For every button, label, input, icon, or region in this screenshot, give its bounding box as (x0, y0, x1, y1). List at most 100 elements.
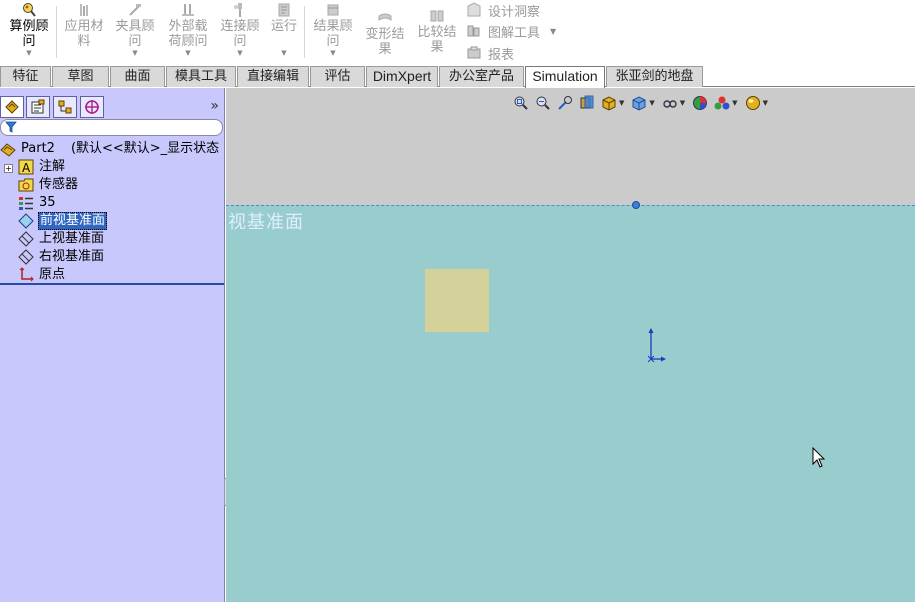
apply-scene-button[interactable] (713, 94, 731, 112)
design-insight-button[interactable]: 设计洞察 (466, 0, 540, 20)
results-advisor-button[interactable]: 结果顾 问 ▼ (308, 0, 358, 64)
external-loads-icon (182, 4, 194, 16)
report-label: 报表 (488, 47, 515, 63)
connections-advisor-button[interactable]: 连接顾 问 ▼ (215, 0, 265, 64)
zoom-to-fit-icon (514, 96, 528, 110)
hide-show-dropdown-icon[interactable]: ▼ (680, 99, 685, 107)
tab-surfaces[interactable]: 曲面 (110, 66, 165, 87)
compare-results-icon (430, 10, 444, 22)
feature-manager-tab[interactable] (0, 96, 24, 118)
origin-icon (19, 267, 34, 282)
tree-item-label: 上视基准面 (39, 231, 105, 246)
tree-item-label: 35 (39, 195, 56, 210)
plane-icon (18, 213, 34, 229)
tree-item-material[interactable]: 35 (18, 194, 57, 212)
plane-icon (18, 231, 34, 247)
tree-item-origin[interactable]: 原点 (18, 266, 66, 284)
tree-item-front-plane[interactable]: 前视基准面 (18, 212, 108, 230)
deformed-result-button[interactable]: 变形结 果 (360, 0, 410, 64)
dropdown-arrow-icon[interactable]: ▼ (281, 49, 286, 57)
connections-advisor-label: 连接顾 问 (220, 19, 260, 49)
dimxpert-manager-icon (85, 100, 99, 114)
apply-scene-dropdown-icon[interactable]: ▼ (732, 99, 737, 107)
dropdown-arrow-icon[interactable]: ▼ (132, 49, 137, 57)
run-button[interactable]: 运行 ▼ (266, 0, 302, 64)
sensors-icon (18, 178, 34, 192)
tree-rollback-bar[interactable] (0, 283, 224, 285)
view-settings-dropdown-icon[interactable]: ▼ (763, 99, 768, 107)
plane-name-label: 视基准面 (228, 212, 304, 233)
tree-item-label: 原点 (39, 267, 66, 282)
apply-scene-icon (714, 96, 730, 110)
tree-filter-input[interactable] (0, 119, 223, 136)
expand-panel-icon[interactable]: » (210, 98, 219, 114)
view-orientation-dropdown-icon[interactable]: ▼ (619, 99, 624, 107)
study-advisor-button[interactable]: 算例顾 问 ▼ (4, 0, 54, 64)
deformed-result-label: 变形结 果 (365, 27, 405, 57)
manager-tabs: » (0, 96, 225, 118)
plane-edge-line (226, 205, 915, 206)
property-manager-tab[interactable] (26, 96, 50, 118)
graphics-viewport[interactable]: 视基准面 ▼ ▼ ▼ ▼ ▼ (226, 88, 915, 602)
study-advisor-icon (23, 3, 36, 17)
dropdown-arrow-icon[interactable]: ▼ (550, 27, 556, 36)
tab-features[interactable]: 特征 (0, 66, 51, 87)
tree-item-right-plane[interactable]: 右视基准面 (18, 248, 105, 266)
dropdown-arrow-icon[interactable]: ▼ (330, 49, 335, 57)
apply-material-icon (80, 4, 88, 16)
display-style-button[interactable] (630, 94, 648, 112)
tab-direct-editing[interactable]: 直接编辑 (237, 66, 309, 87)
view-orientation-icon (602, 96, 616, 111)
dropdown-arrow-icon[interactable]: ▼ (237, 49, 242, 57)
configuration-manager-icon (58, 100, 72, 114)
previous-view-button[interactable] (556, 94, 574, 112)
view-settings-button[interactable] (744, 94, 762, 112)
design-insight-icon (467, 2, 481, 17)
mouse-cursor-icon (812, 447, 826, 468)
tab-custom-user[interactable]: 张亚剑的地盘 (606, 66, 703, 87)
tree-part-root[interactable]: Part2 (默认<<默认>_显示状态 (0, 140, 220, 158)
tab-mold-tools[interactable]: 模具工具 (166, 66, 236, 87)
view-orientation-button[interactable] (600, 94, 618, 112)
sketch-rectangle[interactable] (425, 269, 489, 332)
plane-handle-point[interactable] (632, 201, 640, 209)
results-advisor-icon (327, 4, 339, 16)
expand-annotations-icon[interactable]: + (4, 164, 13, 173)
dropdown-arrow-icon[interactable]: ▼ (26, 49, 31, 57)
tab-evaluate[interactable]: 评估 (310, 66, 365, 87)
property-manager-icon (31, 99, 45, 114)
tree-item-label: 注解 (39, 159, 66, 174)
fixtures-advisor-button[interactable]: 夹具顾 问 ▼ (110, 0, 160, 64)
plot-tools-button[interactable]: 图解工具 ▼ (466, 21, 556, 41)
tab-sketch[interactable]: 草图 (52, 66, 109, 87)
compare-results-button[interactable]: 比较结 果 (412, 0, 462, 64)
tab-simulation[interactable]: Simulation (525, 66, 605, 88)
external-loads-button[interactable]: 外部载 荷顾问 ▼ (163, 0, 213, 64)
fixtures-advisor-icon (129, 4, 141, 16)
apply-material-label: 应用材 料 (64, 19, 104, 49)
connections-advisor-icon (234, 3, 242, 17)
tab-dimxpert[interactable]: DimXpert (366, 66, 438, 87)
hide-show-items-button[interactable] (661, 94, 679, 112)
tree-item-label: 右视基准面 (39, 249, 105, 264)
tree-item-top-plane[interactable]: 上视基准面 (18, 230, 105, 248)
deformed-result-icon (378, 13, 392, 21)
compare-results-label: 比较结 果 (417, 25, 457, 55)
report-button[interactable]: 报表 (466, 43, 514, 63)
run-icon (278, 3, 290, 17)
tree-item-annotations[interactable]: A 注解 (18, 158, 66, 176)
ribbon-separator (56, 6, 57, 58)
zoom-to-fit-button[interactable] (512, 94, 530, 112)
tab-office-products[interactable]: 办公室产品 (439, 66, 524, 87)
section-view-button[interactable] (578, 94, 596, 112)
dimxpert-manager-tab[interactable] (80, 96, 104, 118)
annotations-icon: A (18, 159, 34, 175)
edit-appearance-button[interactable] (691, 94, 709, 112)
configuration-manager-tab[interactable] (53, 96, 77, 118)
zoom-to-area-button[interactable] (534, 94, 552, 112)
dropdown-arrow-icon[interactable]: ▼ (185, 49, 190, 57)
feature-manager-icon (5, 100, 19, 114)
display-style-dropdown-icon[interactable]: ▼ (649, 99, 654, 107)
tree-item-sensors[interactable]: 传感器 (18, 176, 79, 194)
apply-material-button[interactable]: 应用材 料 (60, 0, 108, 64)
